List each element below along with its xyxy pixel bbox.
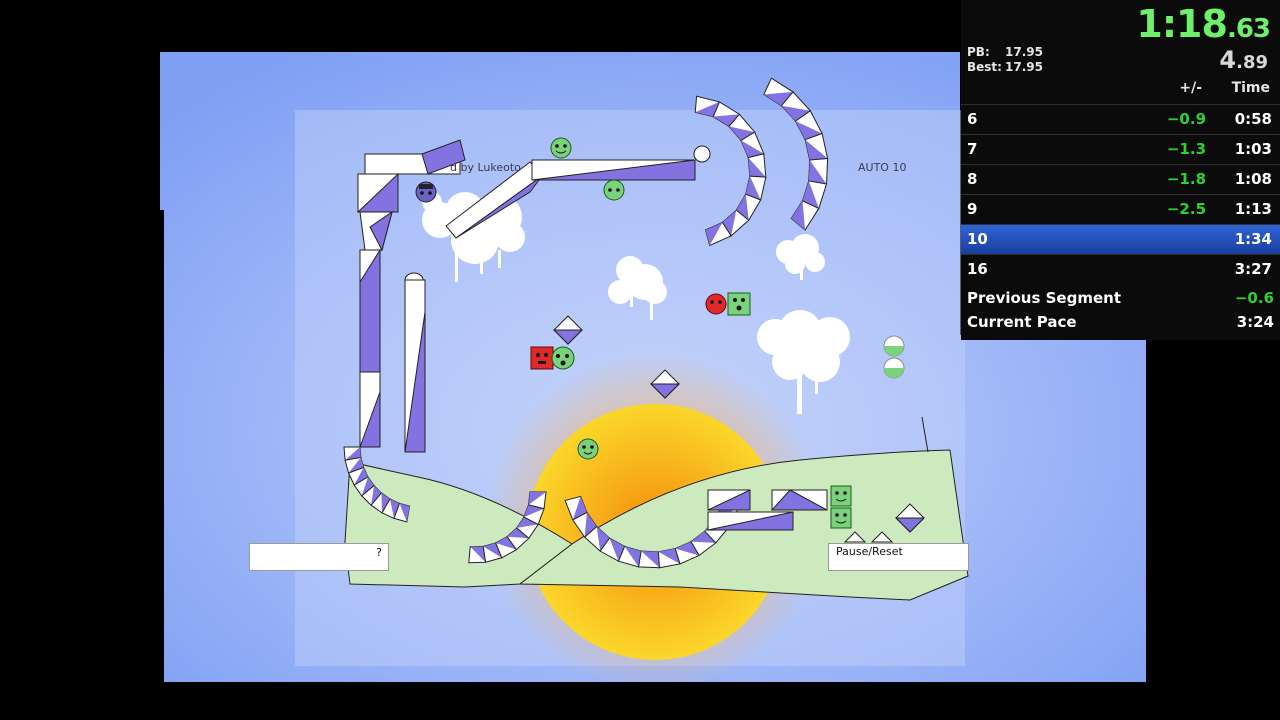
split-row: 6 −0.9 0:58 bbox=[961, 104, 1280, 134]
main-timer: 1:18.63 bbox=[1136, 2, 1271, 46]
split-row: 8 −1.8 1:08 bbox=[961, 164, 1280, 194]
green-ball-ledge bbox=[603, 179, 625, 201]
split-delta: −1.3 bbox=[1166, 140, 1206, 158]
green-ball-top bbox=[550, 137, 572, 159]
hint-box-text: ? bbox=[376, 546, 382, 559]
split-name: 9 bbox=[967, 200, 978, 218]
frame-edge bbox=[160, 210, 164, 682]
pause-reset-button[interactable]: Pause/Reset bbox=[828, 543, 969, 571]
credit-text: d by Lukeoto bbox=[450, 161, 521, 174]
split-delta: −1.8 bbox=[1166, 170, 1206, 188]
green-white-ball-1 bbox=[883, 335, 905, 357]
previous-segment-row: Previous Segment −0.6 bbox=[967, 289, 1274, 307]
green-white-ball-2 bbox=[883, 357, 905, 379]
delta-column-header: +/- bbox=[1179, 80, 1202, 96]
green-ball-2 bbox=[551, 346, 575, 370]
split-row: 9 −2.5 1:13 bbox=[961, 194, 1280, 224]
mode-label: AUTO 10 bbox=[858, 161, 907, 174]
split-time: 1:13 bbox=[1234, 200, 1272, 218]
red-ball bbox=[705, 293, 727, 315]
best-row: Best: 17.95 bbox=[967, 60, 1043, 74]
split-name: 8 bbox=[967, 170, 978, 188]
pillar bbox=[404, 272, 426, 453]
split-time: 1:03 bbox=[1234, 140, 1272, 158]
green-ball-sun bbox=[577, 438, 599, 460]
red-block bbox=[530, 346, 554, 370]
split-name: 10 bbox=[967, 230, 988, 248]
split-row: 16 3:27 bbox=[961, 254, 1280, 284]
segment-timer: 4.89 bbox=[1219, 46, 1268, 74]
pb-row: PB: 17.95 bbox=[967, 45, 1043, 59]
split-time: 1:08 bbox=[1234, 170, 1272, 188]
split-delta: −2.5 bbox=[1166, 200, 1206, 218]
split-name: 16 bbox=[967, 260, 988, 278]
green-block-1 bbox=[727, 292, 751, 316]
split-time: 0:58 bbox=[1234, 110, 1272, 128]
split-time: 3:27 bbox=[1234, 260, 1272, 278]
split-row: 10 1:34 bbox=[961, 224, 1280, 254]
split-row: 7 −1.3 1:03 bbox=[961, 134, 1280, 164]
pause-reset-label: Pause/Reset bbox=[836, 545, 903, 558]
split-delta: −0.9 bbox=[1166, 110, 1206, 128]
hint-box[interactable]: ? bbox=[249, 543, 389, 571]
time-column-header: Time bbox=[1231, 80, 1270, 96]
dark-ball bbox=[415, 181, 437, 203]
split-name: 7 bbox=[967, 140, 978, 158]
split-name: 6 bbox=[967, 110, 978, 128]
current-pace-row: Current Pace 3:24 bbox=[967, 313, 1274, 331]
split-time: 1:34 bbox=[1234, 230, 1272, 248]
splits-panel: 1:18.63 4.89 PB: 17.95 Best: 17.95 +/- Tim… bbox=[961, 0, 1280, 340]
